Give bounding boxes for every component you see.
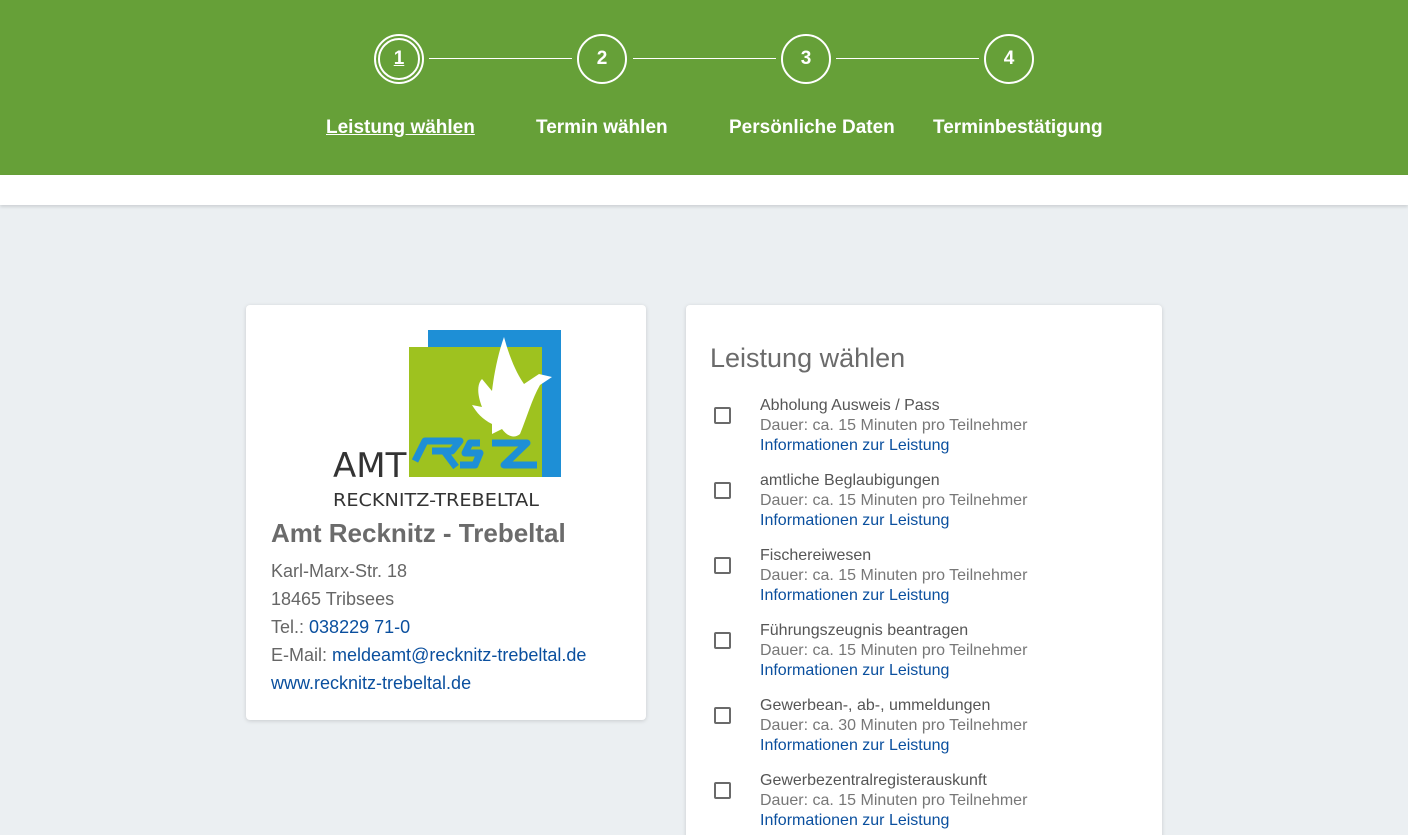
- phone-label: Tel.:: [271, 617, 305, 637]
- service-duration: Dauer: ca. 15 Minuten pro Teilnehmer: [760, 642, 1028, 659]
- service-info-link[interactable]: Informationen zur Leistung: [760, 512, 949, 530]
- service-duration: Dauer: ca. 15 Minuten pro Teilnehmer: [760, 492, 1028, 509]
- service-checkbox[interactable]: [714, 482, 731, 499]
- amt-recknitz-trebeltal-logo: AMT RECKNITZ-TREBELTAL: [333, 330, 561, 507]
- service-name: Abholung Ausweis / Pass: [760, 397, 940, 414]
- service-checkbox[interactable]: [714, 782, 731, 799]
- service-name: Fischereiwesen: [760, 547, 872, 564]
- website-link[interactable]: www.recknitz-trebeltal.de: [271, 673, 471, 693]
- service-name: Führungszeugnis beantragen: [760, 622, 969, 639]
- service-duration: Dauer: ca. 15 Minuten pro Teilnehmer: [760, 417, 1028, 434]
- email-link[interactable]: meldeamt@recknitz-trebeltal.de: [332, 645, 586, 665]
- step-connector: [429, 58, 572, 59]
- service-item: amtliche Beglaubigungen Dauer: ca. 15 Mi…: [710, 472, 1140, 534]
- step-3-label[interactable]: Persönliche Daten: [729, 117, 895, 139]
- service-name: Gewerbezentralregisterauskunft: [760, 772, 987, 789]
- step-4-label[interactable]: Terminbestätigung: [933, 117, 1103, 139]
- service-name: Gewerbean-, ab-, ummeldungen: [760, 697, 991, 714]
- service-item: Gewerbean-, ab-, ummeldungen Dauer: ca. …: [710, 697, 1140, 759]
- service-checkbox[interactable]: [714, 557, 731, 574]
- service-item: Führungszeugnis beantragen Dauer: ca. 15…: [710, 622, 1140, 684]
- service-item: Fischereiwesen Dauer: ca. 15 Minuten pro…: [710, 547, 1140, 609]
- service-checkbox[interactable]: [714, 407, 731, 424]
- service-duration: Dauer: ca. 15 Minuten pro Teilnehmer: [760, 792, 1028, 809]
- service-checkbox[interactable]: [714, 707, 731, 724]
- office-website-row: www.recknitz-trebeltal.de: [271, 673, 471, 694]
- step-3-number: 3: [800, 48, 812, 69]
- step-2-label[interactable]: Termin wählen: [536, 117, 668, 139]
- office-info-card: AMT RECKNITZ-TREBELTAL Amt Recknitz - Tr…: [246, 305, 646, 720]
- office-city: 18465 Tribsees: [271, 589, 395, 609]
- service-info-link[interactable]: Informationen zur Leistung: [760, 737, 949, 755]
- logo-line-2: RECKNITZ-TREBELTAL: [333, 490, 539, 507]
- sub-header-bar: [0, 175, 1408, 205]
- step-1-circle[interactable]: 1: [374, 34, 424, 84]
- service-selection-card: Leistung wählen Abholung Ausweis / Pass …: [686, 305, 1162, 835]
- service-info-link[interactable]: Informationen zur Leistung: [760, 437, 949, 455]
- office-email-row: E-Mail: meldeamt@recknitz-trebeltal.de: [271, 645, 586, 666]
- service-item: Gewerbezentralregisterauskunft Dauer: ca…: [710, 772, 1140, 834]
- step-2-circle[interactable]: 2: [577, 34, 627, 84]
- office-street: Karl-Marx-Str. 18: [271, 561, 408, 581]
- header-bar: 1 2 3 4 Leistung wählen Termin wählen Pe…: [0, 0, 1408, 175]
- office-name: Amt Recknitz - Trebeltal: [271, 518, 566, 548]
- step-4-number: 4: [1003, 48, 1015, 69]
- service-name: amtliche Beglaubigungen: [760, 472, 940, 489]
- step-4-circle[interactable]: 4: [984, 34, 1034, 84]
- service-section-title: Leistung wählen: [710, 343, 906, 373]
- office-phone-row: Tel.: 038229 71-0: [271, 617, 410, 638]
- step-connector: [836, 58, 979, 59]
- service-item: Abholung Ausweis / Pass Dauer: ca. 15 Mi…: [710, 397, 1140, 459]
- step-1-number: 1: [393, 48, 405, 69]
- service-duration: Dauer: ca. 30 Minuten pro Teilnehmer: [760, 717, 1028, 734]
- step-2-number: 2: [596, 48, 608, 69]
- step-connector: [633, 58, 776, 59]
- step-3-circle[interactable]: 3: [781, 34, 831, 84]
- service-info-link[interactable]: Informationen zur Leistung: [760, 812, 949, 830]
- service-info-link[interactable]: Informationen zur Leistung: [760, 662, 949, 680]
- service-checkbox[interactable]: [714, 632, 731, 649]
- service-info-link[interactable]: Informationen zur Leistung: [760, 587, 949, 605]
- logo-line-1: AMT: [333, 446, 407, 486]
- email-label: E-Mail:: [271, 645, 328, 665]
- service-duration: Dauer: ca. 15 Minuten pro Teilnehmer: [760, 567, 1028, 584]
- step-1-label[interactable]: Leistung wählen: [326, 117, 475, 139]
- phone-link[interactable]: 038229 71-0: [309, 617, 410, 637]
